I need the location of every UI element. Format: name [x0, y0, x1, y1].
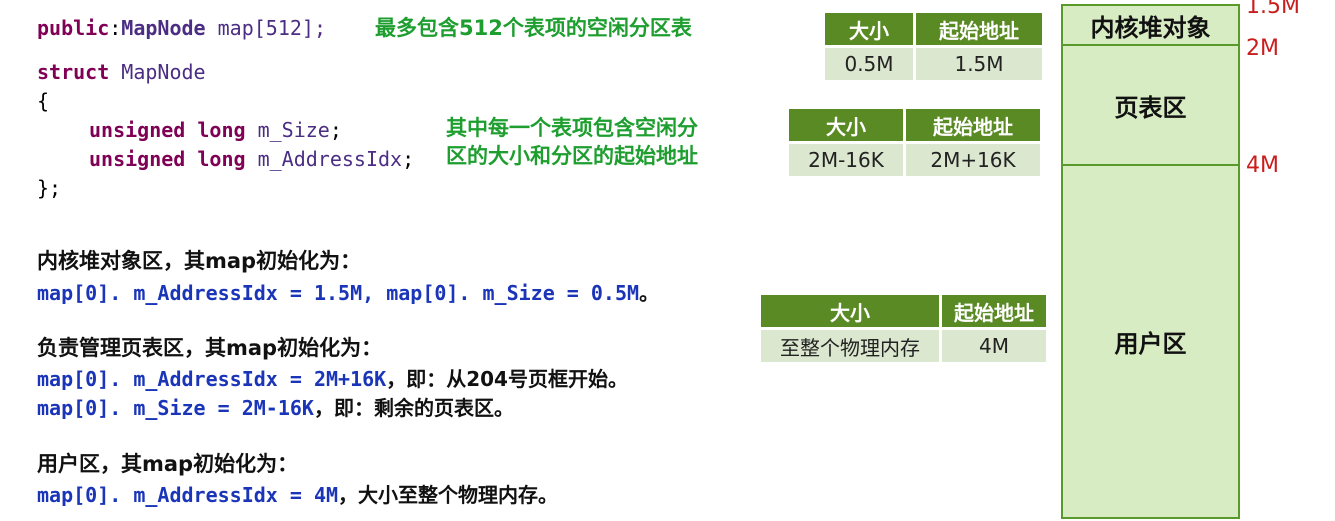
table-page-cell-addr: 2M+16K	[906, 144, 1040, 176]
table-kernel-header-addr: 起始地址	[916, 13, 1042, 45]
table-user: 大小 起始地址 至整个物理内存 4M	[758, 292, 1049, 365]
code-type-mapnode: MapNode	[121, 16, 206, 40]
code-struct-name: MapNode	[121, 60, 206, 84]
page-code-1: map[0]. m_AddressIdx = 2M+16K，即：从204号页框开…	[37, 363, 628, 392]
code-keyword-struct: struct	[37, 60, 110, 84]
table-kernel-row: 0.5M 1.5M	[825, 48, 1042, 80]
table-user-header-row: 大小 起始地址	[761, 295, 1046, 327]
table-page: 大小 起始地址 2M-16K 2M+16K	[786, 106, 1043, 179]
kernel-code: map[0]. m_AddressIdx = 1.5M, map[0]. m_S…	[37, 277, 659, 306]
note-field-line1: 其中每一个表项包含空闲分	[446, 116, 698, 140]
address-label-2m: 2M	[1246, 36, 1279, 61]
page-code-1-cn: ，即：从204号页框开始。	[386, 367, 628, 391]
table-user-header-size: 大小	[761, 295, 939, 327]
address-label-1-5m: 1.5M	[1246, 0, 1300, 19]
kernel-code-end: 。	[639, 281, 660, 305]
code-line-struct: struct MapNode	[37, 60, 206, 84]
user-code-cn: ，大小至整个物理内存。	[338, 483, 559, 507]
table-page-header-addr: 起始地址	[906, 109, 1040, 141]
table-kernel-header-row: 大小 起始地址	[825, 13, 1042, 45]
code-field-size-semi: ;	[329, 118, 342, 142]
code-field-size: unsigned long m_Size;	[89, 118, 342, 142]
code-line-map-decl: public:MapNode map[512];	[37, 16, 326, 40]
table-page-row: 2M-16K 2M+16K	[789, 144, 1040, 176]
memory-segment-kernel-heap: 内核堆对象	[1061, 4, 1240, 46]
user-code: map[0]. m_AddressIdx = 4M，大小至整个物理内存。	[37, 479, 558, 508]
code-keyword-public: public	[37, 16, 110, 40]
code-field-size-name: m_Size	[257, 118, 330, 142]
page-code-1-text: map[0]. m_AddressIdx = 2M+16K	[37, 367, 387, 391]
page-code-2-cn: ，即：剩余的页表区。	[313, 396, 514, 420]
table-user-row: 至整个物理内存 4M	[761, 330, 1046, 362]
code-field-size-type: unsigned long	[89, 118, 246, 142]
code-field-address: unsigned long m_AddressIdx;	[89, 147, 414, 171]
memory-segment-user: 用户区	[1061, 164, 1240, 519]
page-code-2: map[0]. m_Size = 2M-16K，即：剩余的页表区。	[37, 392, 514, 421]
code-field-address-type: unsigned long	[89, 147, 246, 171]
memory-segment-page-table: 页表区	[1061, 44, 1240, 166]
table-page-header-row: 大小 起始地址	[789, 109, 1040, 141]
page-code-2-text: map[0]. m_Size = 2M-16K	[37, 396, 314, 420]
table-kernel-cell-size: 0.5M	[825, 48, 913, 80]
code-map-array: map[512];	[205, 16, 327, 40]
table-kernel-header-size: 大小	[825, 13, 913, 45]
code-colon: :	[109, 16, 122, 40]
user-heading: 用户区，其map初始化为：	[37, 452, 299, 476]
note-field-line2: 区的大小和分区的起始地址	[446, 144, 698, 168]
code-field-address-semi: ;	[402, 147, 415, 171]
code-close-brace: };	[37, 176, 62, 200]
table-user-header-addr: 起始地址	[942, 295, 1046, 327]
code-field-address-name: m_AddressIdx	[257, 147, 403, 171]
table-user-cell-size: 至整个物理内存	[761, 330, 939, 362]
note-map-table: 最多包含512个表项的空闲分区表	[375, 16, 692, 40]
table-user-cell-addr: 4M	[942, 330, 1046, 362]
kernel-code-text: map[0]. m_AddressIdx = 1.5M, map[0]. m_S…	[37, 281, 640, 305]
code-open-brace: {	[37, 89, 50, 113]
address-label-4m: 4M	[1246, 153, 1279, 178]
table-page-header-size: 大小	[789, 109, 903, 141]
kernel-heading: 内核堆对象区，其map初始化为：	[37, 249, 362, 273]
table-kernel-cell-addr: 1.5M	[916, 48, 1042, 80]
table-kernel: 大小 起始地址 0.5M 1.5M	[822, 10, 1045, 83]
user-code-text: map[0]. m_AddressIdx = 4M	[37, 483, 339, 507]
page-heading: 负责管理页表区，其map初始化为：	[37, 336, 383, 360]
table-page-cell-size: 2M-16K	[789, 144, 903, 176]
